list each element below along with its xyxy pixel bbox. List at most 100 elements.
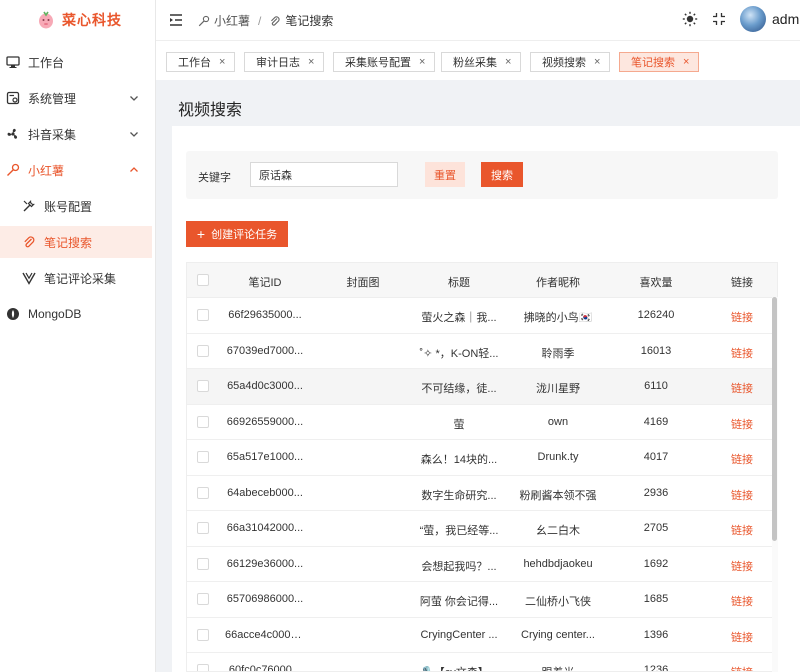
sidebar-item-douyin[interactable]: 抖音采集 [0,118,152,150]
tab-bar: 工作台 × 审计日志 × 采集账号配置 × 粉丝采集 × 视频搜索 × 笔记搜索 × [156,40,800,80]
close-icon[interactable]: × [308,56,314,68]
cell-note-id: 65a517e1000... [226,451,304,463]
cell-author: hehdbdjaokeu [523,557,593,570]
keyword-input[interactable] [250,162,398,187]
search-button[interactable]: 搜索 [481,162,523,187]
table-row[interactable]: 65a517e1000... 森么！14块的... Drunk.ty 4017 链接 [187,440,773,476]
cell-note-id: 66129e36000... [226,557,304,570]
cell-link[interactable]: 链接 [717,309,767,325]
table-row[interactable]: 65a4d0c3000... 不可结缘，徒... 泷川星野 6110 链接 [187,369,773,405]
cell-title: 阿萤 你会记得... [419,596,499,608]
row-checkbox[interactable] [197,628,209,641]
cell-author: Crying center... [521,628,595,641]
sidebar-item-label: 抖音采集 [28,127,77,142]
cell-author: 聆雨季 [541,347,575,360]
reset-button[interactable]: 重置 [425,162,465,187]
close-icon[interactable]: × [219,56,225,68]
header-author: 作者昵称 [536,277,580,289]
close-icon[interactable]: × [505,56,511,68]
cell-note-id: 64abeceb000... [227,486,303,499]
sidebar-item-workbench[interactable]: 工作台 [0,46,152,78]
sidebar-item-label: MongoDB [28,307,82,321]
cell-link[interactable]: 链接 [717,345,767,361]
cell-title: “萤，我已经等... [419,525,499,537]
cell-link[interactable]: 链接 [717,522,767,538]
table-row[interactable]: 66f29635000... 萤火之森｜我... 拂晓的小鸟🇰🇷 126240 链接 [187,298,773,334]
sidebar-item-mongodb[interactable]: MongoDB [0,298,152,330]
tab-label: 笔记搜索 [631,57,675,69]
avatar[interactable] [740,6,766,32]
header-note-id: 笔记ID [248,277,282,289]
tab-label: 粉丝采集 [453,57,497,69]
keyword-label: 关键字 [198,172,231,184]
cell-link[interactable]: 链接 [717,487,767,503]
row-checkbox[interactable] [197,593,209,605]
table-row[interactable]: 66129e36000... 会想起我吗？... hehdbdjaokeu 1692 链… [187,546,773,582]
cell-link[interactable]: 链接 [717,664,767,671]
sidebar-item-note-search[interactable]: 笔记搜索 [0,226,152,258]
sidebar-item-label: 系统管理 [28,91,77,106]
cell-note-id: 60fc0c76000... [228,664,302,672]
fullscreen-icon[interactable] [712,12,726,26]
row-checkbox[interactable] [197,522,209,534]
cell-likes: 1685 [643,593,669,605]
cell-likes: 4169 [643,415,669,428]
table-row[interactable]: 66acce4c0000... CryingCenter ... Crying ce… [187,617,773,653]
scrollbar-thumb[interactable] [772,297,777,541]
close-icon[interactable]: × [594,56,600,68]
logo[interactable]: 菜心科技 [0,0,155,40]
table-row[interactable]: 67039ed7000... ˚✧ *，K-ON轻... 聆雨季 16013 链接 [187,333,773,369]
table-row[interactable]: 66a31042000... “萤，我已经等... 幺二白木 2705 链接 [187,511,773,547]
tab-video-search[interactable]: 视频搜索 × [530,52,611,72]
sidebar-item-system[interactable]: 系统管理 [0,82,152,114]
tab-label: 采集账号配置 [345,57,411,69]
cell-note-id: 66f29635000... [228,309,302,321]
row-checkbox[interactable] [197,380,209,392]
create-comment-task-button[interactable]: + 创建评论任务 [186,221,288,247]
table-row[interactable]: 66926559000... 萤 own 4169 链接 [187,404,773,440]
header-link: 链接 [731,277,753,289]
row-checkbox[interactable] [197,557,209,570]
monitor-icon [6,56,20,68]
sidebar-item-xhs[interactable]: 小红薯 [0,154,152,186]
row-checkbox[interactable] [197,309,209,321]
cell-note-id: 65706986000... [226,593,304,605]
table-row[interactable]: 64abeceb000... 数字生命研究... 粉刷酱本领不强 2936 链接 [187,475,773,511]
user-name[interactable]: admin [772,11,800,27]
row-checkbox[interactable] [197,664,209,671]
cell-likes: 1396 [643,628,669,641]
row-checkbox[interactable] [197,415,209,428]
tab-label: 工作台 [178,57,211,69]
table-row[interactable]: 65706986000... 阿萤 你会记得... 二仙桥小飞侠 1685 链接 [187,582,773,618]
row-checkbox[interactable] [197,451,209,463]
cell-link[interactable]: 链接 [717,593,767,609]
tab-account-config[interactable]: 采集账号配置 × [333,52,436,72]
cell-title: 🎙️【cv文森】... [415,664,503,671]
cell-link[interactable]: 链接 [717,416,767,432]
sidebar-item-account-config[interactable]: 账号配置 [0,190,152,222]
menu-fold-icon[interactable] [168,12,184,28]
paperclip-icon [271,15,280,26]
sidebar-item-note-comment[interactable]: 笔记评论采集 [0,262,152,294]
sun-icon[interactable] [682,11,698,27]
cell-title: CryingCenter ... [420,628,498,641]
cell-title: 森么！14块的... [420,454,498,466]
close-icon[interactable]: × [683,56,689,68]
cell-note-id: 66a31042000... [226,522,304,534]
close-icon[interactable]: × [419,56,425,68]
cell-note-id: 67039ed7000... [226,344,304,357]
row-checkbox[interactable] [197,486,209,499]
tab-note-search[interactable]: 笔记搜索 × [619,52,700,72]
select-all-checkbox[interactable] [197,274,209,286]
tab-workbench[interactable]: 工作台 × [166,52,236,72]
cell-author: 泷川星野 [536,383,580,395]
tab-fans[interactable]: 粉丝采集 × [441,52,522,72]
breadcrumb-parent[interactable]: 小红薯 [214,12,250,29]
cell-link[interactable]: 链接 [717,380,767,396]
cell-link[interactable]: 链接 [717,629,767,645]
table-row[interactable]: 60fc0c76000... 🎙️【cv文森】... 跟着光 1236 链接 [187,653,773,672]
tab-audit-log[interactable]: 审计日志 × [244,52,325,72]
cell-link[interactable]: 链接 [717,558,767,574]
row-checkbox[interactable] [197,344,209,357]
cell-link[interactable]: 链接 [717,451,767,467]
